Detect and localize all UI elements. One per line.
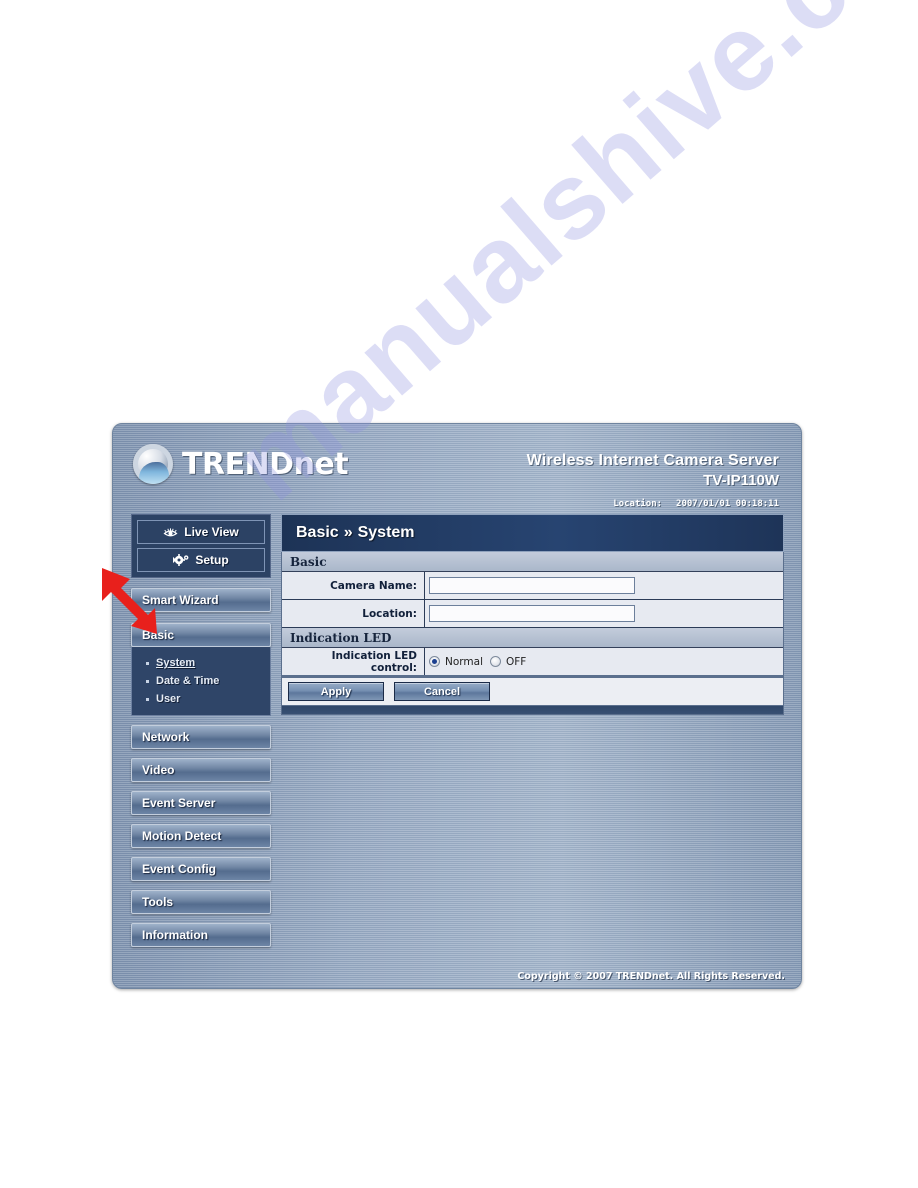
sidebar-item-basic-label: Basic xyxy=(142,628,175,642)
smart-wizard-button[interactable]: Smart Wizard xyxy=(131,588,271,612)
sidebar-item-video-label: Video xyxy=(142,763,175,777)
section-heading-basic: Basic xyxy=(282,552,783,572)
cancel-button[interactable]: Cancel xyxy=(394,682,490,701)
gear-icon xyxy=(171,554,189,566)
sidebar-item-video[interactable]: Video xyxy=(131,758,271,782)
radio-option-normal[interactable]: Normal xyxy=(429,656,483,668)
sidebar-item-event-server[interactable]: Event Server xyxy=(131,791,271,815)
sidebar-subitem-user-label: User xyxy=(156,693,181,705)
sidebar-item-tools[interactable]: Tools xyxy=(131,890,271,914)
live-view-button[interactable]: Live View xyxy=(137,520,265,544)
sidebar-subitem-date-time-label: Date & Time xyxy=(156,675,220,687)
sidebar-item-motion-detect-label: Motion Detect xyxy=(142,829,222,843)
sidebar-item-information[interactable]: Information xyxy=(131,923,271,947)
brand-logo-text-main: TREND xyxy=(182,446,294,482)
smart-wizard-label: Smart Wizard xyxy=(142,593,219,607)
camera-web-ui-panel: TRENDnet Wireless Internet Camera Server… xyxy=(112,423,802,989)
brand-logo-text-suffix: net xyxy=(293,446,349,482)
camera-name-label: Camera Name: xyxy=(282,572,425,599)
bullet-icon xyxy=(146,661,149,665)
sidebar-item-event-config-label: Event Config xyxy=(142,862,216,876)
indication-led-control: Normal OFF xyxy=(425,648,783,675)
apply-label: Apply xyxy=(320,685,352,698)
indication-led-label: Indication LED control: xyxy=(282,648,425,675)
bullet-icon xyxy=(146,697,149,701)
content-bottom-filler xyxy=(281,706,784,715)
sidebar: Live View Setup Smart Wizard Basic Syste… xyxy=(131,514,271,956)
location-label: Location: xyxy=(613,499,663,509)
sidebar-item-event-server-label: Event Server xyxy=(142,796,216,810)
page-title-primary: Basic xyxy=(296,524,339,541)
camera-name-input[interactable] xyxy=(429,577,635,594)
location-label-field: Location: xyxy=(282,600,425,627)
section-heading-indication-led: Indication LED xyxy=(282,628,783,648)
brand-logo-text: TRENDnet xyxy=(182,446,349,482)
sidebar-subitem-system-label: System xyxy=(156,657,196,669)
live-view-label: Live View xyxy=(184,525,239,539)
sidebar-item-network[interactable]: Network xyxy=(131,725,271,749)
ui-body: Live View Setup Smart Wizard Basic Syste… xyxy=(113,514,801,964)
radio-off-label: OFF xyxy=(506,655,527,668)
sidebar-subitem-date-time[interactable]: Date & Time xyxy=(132,672,270,690)
product-name: Wireless Internet Camera Server xyxy=(526,452,779,469)
product-identity: Wireless Internet Camera Server TV-IP110… xyxy=(527,452,779,489)
eye-icon xyxy=(163,527,178,538)
sidebar-subitem-user[interactable]: User xyxy=(132,690,270,708)
sidebar-item-network-label: Network xyxy=(142,730,190,744)
setup-label: Setup xyxy=(195,553,229,567)
location-input[interactable] xyxy=(429,605,635,622)
action-bar: Apply Cancel xyxy=(281,676,784,706)
radio-normal-icon[interactable] xyxy=(429,656,440,667)
field-row-indication-led: Indication LED control: Normal OFF xyxy=(282,648,783,675)
location-control xyxy=(425,600,783,627)
indication-led-radio-group: Normal OFF xyxy=(429,656,526,668)
ui-header: TRENDnet Wireless Internet Camera Server… xyxy=(113,424,801,514)
radio-off-icon[interactable] xyxy=(490,656,501,667)
radio-normal-label: Normal xyxy=(445,655,483,668)
copyright-text: Copyright © 2007 TRENDnet. All Rights Re… xyxy=(517,970,785,982)
location-datetime: 2007/01/01 00:18:11 xyxy=(676,499,779,509)
sidebar-item-motion-detect[interactable]: Motion Detect xyxy=(131,824,271,848)
mode-button-group: Live View Setup xyxy=(131,514,271,578)
sidebar-item-tools-label: Tools xyxy=(142,895,174,909)
apply-button[interactable]: Apply xyxy=(288,682,384,701)
page-title-separator: » xyxy=(343,524,353,541)
camera-name-control xyxy=(425,572,783,599)
cancel-label: Cancel xyxy=(423,685,461,698)
sidebar-item-information-label: Information xyxy=(142,928,208,942)
field-row-camera-name: Camera Name: xyxy=(282,572,783,600)
field-row-location: Location: xyxy=(282,600,783,628)
location-status-bar: Location: 2007/01/01 00:18:11 xyxy=(613,499,779,509)
sidebar-item-basic[interactable]: Basic xyxy=(131,623,271,647)
content-area: Basic» System Basic Camera Name: Location… xyxy=(281,514,784,715)
sidebar-section-basic: Basic System Date & Time User xyxy=(131,623,271,716)
trendnet-globe-icon xyxy=(133,444,173,484)
product-model: TV-IP110W xyxy=(703,472,779,489)
brand-logo[interactable]: TRENDnet xyxy=(133,444,349,484)
setup-button[interactable]: Setup xyxy=(137,548,265,572)
radio-option-off[interactable]: OFF xyxy=(490,656,526,668)
sidebar-item-event-config[interactable]: Event Config xyxy=(131,857,271,881)
ui-footer: Copyright © 2007 TRENDnet. All Rights Re… xyxy=(113,964,801,988)
sidebar-subitem-system[interactable]: System xyxy=(132,654,270,672)
page-title: Basic» System xyxy=(281,514,784,552)
sidebar-submenu-basic: System Date & Time User xyxy=(131,647,271,716)
bullet-icon xyxy=(146,679,149,683)
page-title-secondary: System xyxy=(357,524,415,541)
settings-panel: Basic Camera Name: Location: Indication … xyxy=(281,552,784,676)
